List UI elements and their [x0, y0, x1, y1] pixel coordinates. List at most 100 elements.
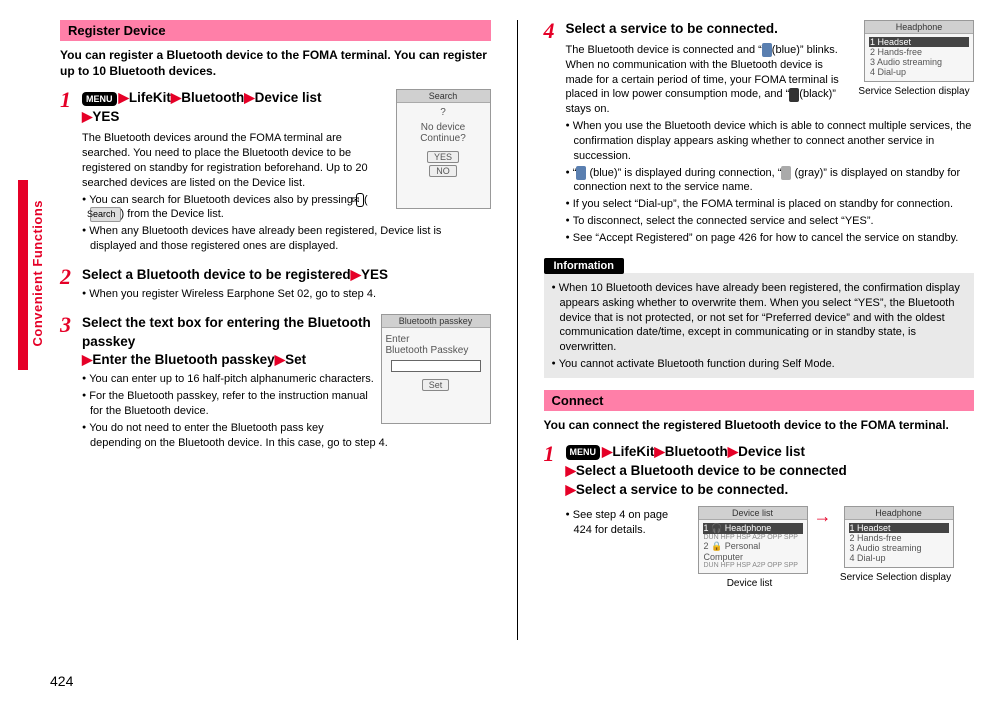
step-3-bullet: You do not need to enter the Bluetooth p…: [82, 421, 491, 451]
dialog-text: Enter: [386, 334, 486, 345]
nav-item: Device list: [255, 90, 322, 105]
step-4-bullet: If you select “Dial-up”, the FOMA termin…: [566, 197, 975, 212]
screenshot-service-selection-wrap: Headphone 1 Headset 2 Hands-free 3 Audio…: [854, 20, 974, 97]
step-1-bullet: When any Bluetooth devices have already …: [82, 224, 491, 254]
bluetooth-blue-icon: [762, 43, 772, 57]
nav-item: Device list: [738, 444, 805, 459]
step-3: 3 Bluetooth passkey Enter Bluetooth Pass…: [60, 314, 491, 451]
connect-line2: Select a Bluetooth device to be connecte…: [576, 463, 847, 478]
step-4-bullet: See “Accept Registered” on page 426 for …: [566, 231, 975, 246]
yes-button[interactable]: YES: [427, 151, 459, 163]
side-accent-bar: [18, 180, 28, 370]
step-4-bullet: “ (blue)” is displayed during connection…: [566, 166, 975, 196]
step-3-line1: Select the text box for entering the Blu…: [82, 315, 371, 349]
service-row-headset[interactable]: 1 Headset: [849, 523, 949, 533]
menu-button-icon: MENU: [82, 92, 117, 107]
step-2-title: Select a Bluetooth device to be register…: [82, 266, 491, 285]
step-number: 1: [544, 441, 555, 467]
step-3-line2: Enter the Bluetooth passkey: [92, 352, 274, 367]
dialog-title: Headphone: [865, 21, 973, 34]
set-button[interactable]: Set: [422, 379, 450, 391]
dialog-title: Device list: [699, 507, 807, 520]
nav-arrow: ▶: [602, 444, 612, 459]
section-heading-register: Register Device: [60, 20, 491, 41]
dialog-title: Search: [397, 90, 490, 103]
nav-arrow: ▶: [244, 90, 254, 105]
step-number: 1: [60, 87, 71, 113]
nav-item: Bluetooth: [181, 90, 244, 105]
nav-arrow: ▶: [119, 90, 129, 105]
device-row-pc[interactable]: 2 🔒 Personal Computer: [703, 541, 803, 562]
step-4-bullet: When you use the Bluetooth device which …: [566, 119, 975, 164]
dialog-text: Bluetooth Passkey: [386, 345, 486, 356]
information-block: Information When 10 Bluetooth devices ha…: [544, 258, 975, 378]
nav-item: YES: [361, 267, 388, 282]
flow-arrow-icon: →: [814, 506, 832, 527]
screenshot-service-selection-wrap: Headphone 1 Headset 2 Hands-free 3 Audio…: [838, 506, 954, 583]
connect-step-1: 1 MENU▶LifeKit▶Bluetooth▶Device list ▶Se…: [544, 443, 975, 589]
column-divider: [517, 20, 518, 640]
nav-item: LifeKit: [129, 90, 171, 105]
dialog-text: Continue?: [401, 133, 486, 144]
screenshot-device-list: Device list 1 🎧 Headphone DUN HFP HSP A2…: [698, 506, 808, 574]
dialog-text: No device: [401, 122, 486, 133]
service-row-audio[interactable]: 3 Audio streaming: [849, 543, 949, 553]
service-row-audio[interactable]: 3 Audio streaming: [869, 57, 969, 67]
right-column: 4 Headphone 1 Headset 2 Hands-free 3 Aud…: [544, 20, 975, 640]
dialog-buttons: YES NO: [401, 150, 486, 178]
screenshot-service-selection: Headphone 1 Headset 2 Hands-free 3 Audio…: [844, 506, 954, 568]
step-2-bullet: When you register Wireless Earphone Set …: [82, 287, 491, 302]
nav-arrow: ▶: [728, 444, 738, 459]
service-row-handsfree[interactable]: 2 Hands-free: [849, 533, 949, 543]
page-number: 424: [50, 673, 73, 689]
section-heading-connect: Connect: [544, 390, 975, 411]
service-row-dialup[interactable]: 4 Dial-up: [869, 67, 969, 77]
screenshot-service-selection: Headphone 1 Headset 2 Hands-free 3 Audio…: [864, 20, 974, 82]
nav-item: YES: [92, 109, 119, 124]
bluetooth-black-icon: [789, 88, 799, 102]
service-row-headset[interactable]: 1 Headset: [869, 37, 969, 47]
nav-item: Set: [285, 352, 306, 367]
search-softkey: Search: [90, 207, 121, 221]
nav-arrow: ▶: [566, 482, 576, 497]
nav-arrow: ▶: [566, 463, 576, 478]
register-intro: You can register a Bluetooth device to t…: [60, 47, 491, 79]
info-bullet: You cannot activate Bluetooth function d…: [552, 357, 967, 372]
nav-arrow: ▶: [275, 352, 285, 367]
information-box: When 10 Bluetooth devices have already b…: [544, 273, 975, 378]
step-2-text: Select a Bluetooth device to be register…: [82, 267, 351, 282]
dialog-icon: ?: [401, 107, 486, 118]
screenshot-search-dialog: Search ? No device Continue? YES NO: [396, 89, 491, 209]
screenshot-device-list-wrap: Device list 1 🎧 Headphone DUN HFP HSP A2…: [692, 506, 808, 589]
connect-line3: Select a service to be connected.: [576, 482, 788, 497]
two-column-layout: Register Device You can register a Bluet…: [60, 20, 974, 640]
dialog-title: Headphone: [845, 507, 953, 520]
nav-item: Bluetooth: [665, 444, 728, 459]
step-4-bullet: To disconnect, select the connected serv…: [566, 214, 975, 229]
service-row-handsfree[interactable]: 2 Hands-free: [869, 47, 969, 57]
nav-item: LifeKit: [612, 444, 654, 459]
mail-softkey-icon: ✉: [356, 193, 364, 207]
connect-detail-row: See step 4 on page 424 for details. Devi…: [566, 506, 975, 589]
page: Convenient Functions Register Device You…: [0, 0, 1004, 701]
left-column: Register Device You can register a Bluet…: [60, 20, 491, 640]
device-row-caps: DUN HFP HSP A2P OPP SPP: [703, 562, 803, 569]
nav-arrow: ▶: [171, 90, 181, 105]
menu-button-icon: MENU: [566, 445, 601, 460]
service-row-dialup[interactable]: 4 Dial-up: [849, 553, 949, 563]
side-section-label: Convenient Functions: [30, 200, 45, 347]
nav-arrow: ▶: [351, 267, 361, 282]
information-label: Information: [544, 258, 625, 274]
nav-arrow: ▶: [82, 109, 92, 124]
passkey-input[interactable]: [391, 360, 481, 372]
bluetooth-gray-icon: [781, 166, 791, 180]
step-2: 2 Select a Bluetooth device to be regist…: [60, 266, 491, 302]
nav-arrow: ▶: [82, 352, 92, 367]
device-row-headphone[interactable]: 1 🎧 Headphone: [703, 523, 803, 534]
connect-intro: You can connect the registered Bluetooth…: [544, 417, 975, 433]
screenshot-passkey-dialog: Bluetooth passkey Enter Bluetooth Passke…: [381, 314, 491, 424]
step-4: 4 Headphone 1 Headset 2 Hands-free 3 Aud…: [544, 20, 975, 246]
nav-arrow: ▶: [654, 444, 664, 459]
no-button[interactable]: NO: [429, 165, 457, 177]
connect-step-1-title: MENU▶LifeKit▶Bluetooth▶Device list ▶Sele…: [566, 443, 975, 500]
